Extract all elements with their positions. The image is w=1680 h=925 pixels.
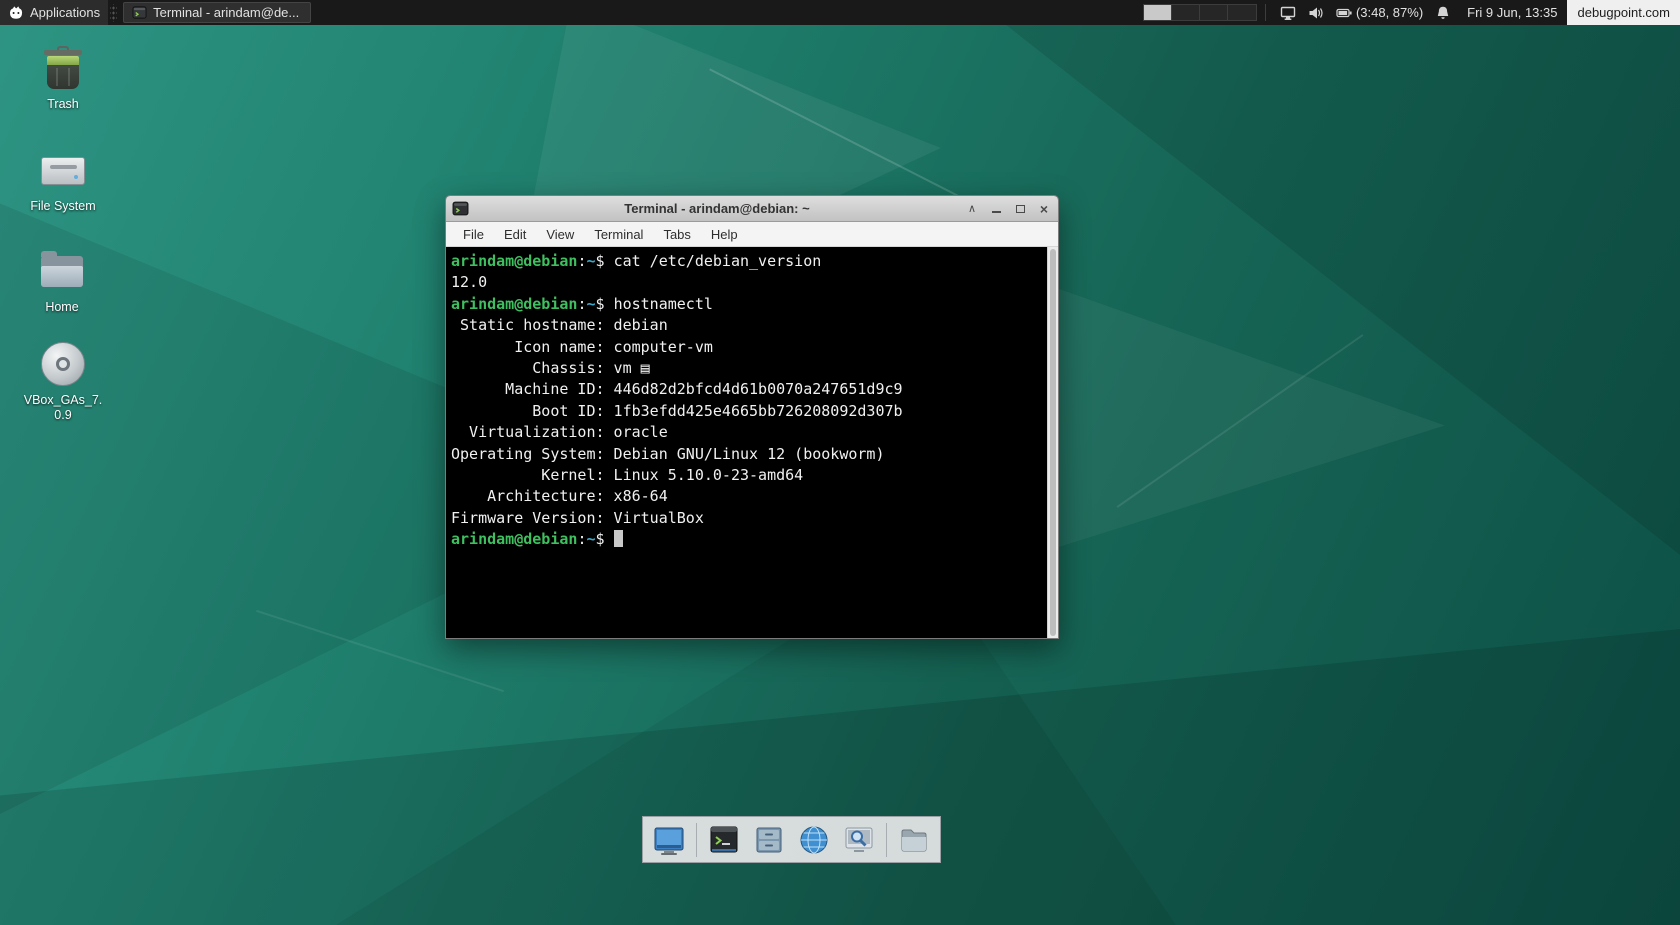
hard-drive-icon: [38, 146, 88, 194]
file-manager-icon[interactable]: [751, 821, 787, 859]
terminal-output-line: Chassis: vm ▤: [451, 358, 1044, 379]
wallpaper-highlight: [1117, 334, 1364, 508]
terminal-scrollbar[interactable]: [1047, 247, 1058, 638]
desktop-icon-trash[interactable]: Trash: [17, 44, 109, 112]
terminal-window: Terminal - arindam@debian: ~ ∧ × File Ed…: [445, 195, 1059, 639]
terminal-output-line: Operating System: Debian GNU/Linux 12 (b…: [451, 444, 1044, 465]
menu-file[interactable]: File: [454, 224, 493, 245]
desktop-icon-label: VBox_GAs_7.0.9: [23, 393, 103, 423]
panel-clock[interactable]: Fri 9 Jun, 13:35: [1457, 5, 1567, 20]
menu-edit[interactable]: Edit: [495, 224, 535, 245]
notification-bell-icon[interactable]: [1433, 0, 1453, 25]
menu-help[interactable]: Help: [702, 224, 747, 245]
desktop-wallpaper: Trash File System Home VBox_GAs_7.0.9 Te…: [0, 0, 1680, 925]
top-panel: Applications Terminal - arindam@de... (3…: [0, 0, 1680, 25]
web-browser-icon[interactable]: [796, 821, 832, 859]
terminal-cursor: [614, 530, 623, 547]
terminal-prompt-line: arindam@debian:~$ hostnamectl: [451, 294, 1044, 315]
xfce-logo-icon: [8, 5, 24, 21]
command-text: cat /etc/debian_version: [614, 252, 822, 270]
terminal-app-icon: [132, 5, 147, 20]
battery-label: (3:48, 87%): [1356, 5, 1423, 20]
battery-icon: [1336, 5, 1352, 21]
window-titlebar[interactable]: Terminal - arindam@debian: ~ ∧ ×: [446, 196, 1058, 222]
home-folder-icon: [37, 247, 87, 295]
terminal-prompt-line: arindam@debian:~$: [451, 529, 1044, 550]
desktop-icon-file-system[interactable]: File System: [17, 146, 109, 214]
folder-launcher-icon[interactable]: [896, 821, 932, 859]
workspace-2[interactable]: [1172, 5, 1200, 20]
terminal-output-line: Firmware Version: VirtualBox: [451, 508, 1044, 529]
taskbar-window-button[interactable]: Terminal - arindam@de...: [123, 2, 311, 23]
terminal-output-line: Virtualization: oracle: [451, 422, 1044, 443]
dock-separator: [696, 823, 697, 857]
cd-disc-icon: [38, 340, 88, 388]
volume-icon[interactable]: [1306, 0, 1326, 25]
terminal-output-line: Icon name: computer-vm: [451, 337, 1044, 358]
terminal-text: arindam@debian:~$ cat /etc/debian_versio…: [451, 251, 1044, 638]
applications-menu-label: Applications: [30, 5, 100, 20]
terminal-output-line: Kernel: Linux 5.10.0-23-amd64: [451, 465, 1044, 486]
window-title: Terminal - arindam@debian: ~: [486, 201, 948, 216]
app-finder-icon[interactable]: [841, 821, 877, 859]
command-text: hostnamectl: [614, 295, 713, 313]
terminal-output-line: Machine ID: 446d82d2bfcd4d61b0070a247651…: [451, 379, 1044, 400]
battery-indicator[interactable]: (3:48, 87%): [1334, 0, 1425, 25]
desktop-icon-label: Home: [16, 300, 108, 315]
workspace-1[interactable]: [1144, 5, 1172, 20]
system-tray: (3:48, 87%): [1274, 0, 1457, 25]
close-button[interactable]: ×: [1036, 201, 1052, 217]
menu-view[interactable]: View: [537, 224, 583, 245]
desktop-icon-label: File System: [17, 199, 109, 214]
terminal-output-line: Architecture: x86-64: [451, 486, 1044, 507]
display-icon[interactable]: [1278, 0, 1298, 25]
terminal-menubar: File Edit View Terminal Tabs Help: [446, 222, 1058, 247]
minimize-button[interactable]: [988, 201, 1004, 217]
host-badge: debugpoint.com: [1567, 0, 1680, 25]
terminal-output-line: Static hostname: debian: [451, 315, 1044, 336]
maximize-button[interactable]: [1012, 201, 1028, 217]
terminal-prompt-line: arindam@debian:~$ cat /etc/debian_versio…: [451, 251, 1044, 272]
menu-tabs[interactable]: Tabs: [654, 224, 699, 245]
show-desktop-icon[interactable]: [651, 821, 687, 859]
workspace-4[interactable]: [1228, 5, 1256, 20]
desktop-icon-home[interactable]: Home: [16, 247, 108, 315]
terminal-content[interactable]: arindam@debian:~$ cat /etc/debian_versio…: [446, 247, 1058, 638]
workspace-switcher[interactable]: [1143, 4, 1257, 21]
scrollbar-thumb[interactable]: [1050, 249, 1056, 636]
menu-terminal[interactable]: Terminal: [585, 224, 652, 245]
terminal-output-line: Boot ID: 1fb3efdd425e4665bb726208092d307…: [451, 401, 1044, 422]
taskbar-window-label: Terminal - arindam@de...: [153, 5, 299, 20]
bottom-dock: [642, 816, 941, 863]
applications-menu-button[interactable]: Applications: [0, 0, 108, 25]
panel-separator: [1265, 4, 1266, 21]
terminal-output-line: 12.0: [451, 272, 1044, 293]
desktop-icon-vbox-gas[interactable]: VBox_GAs_7.0.9: [17, 340, 109, 423]
dock-separator: [886, 823, 887, 857]
workspace-3[interactable]: [1200, 5, 1228, 20]
trash-icon: [38, 44, 88, 92]
panel-handle: [110, 4, 117, 22]
shade-button[interactable]: ∧: [964, 201, 980, 217]
terminal-launcher-icon[interactable]: [706, 821, 742, 859]
terminal-app-icon: [452, 200, 469, 217]
desktop-icon-label: Trash: [17, 97, 109, 112]
